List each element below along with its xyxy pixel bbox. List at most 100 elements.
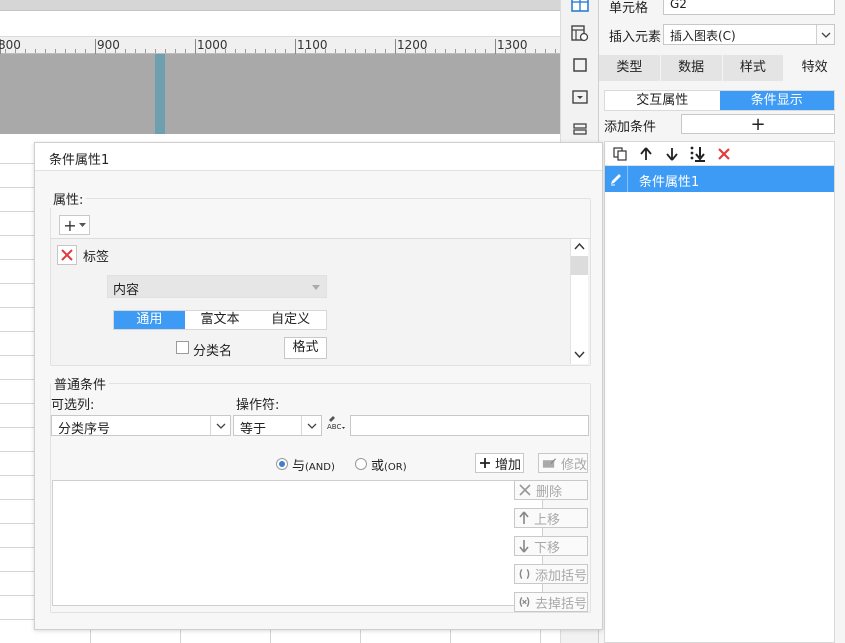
condition-list-item[interactable]: 条件属性1 — [605, 166, 834, 192]
ruler-minor-tick — [355, 49, 356, 53]
ruler-minor-tick — [315, 49, 316, 53]
scroll-down-icon[interactable] — [574, 351, 585, 358]
ruler-minor-tick — [265, 49, 266, 53]
move-up-button[interactable]: 上移 — [514, 508, 588, 528]
ruler-minor-tick — [415, 49, 416, 53]
ruler-major-tick — [95, 39, 96, 54]
move-down-button[interactable]: 下移 — [514, 536, 588, 556]
ruler-minor-tick — [405, 49, 406, 53]
ruler-minor-tick — [115, 49, 116, 53]
and-radio[interactable] — [276, 458, 288, 470]
operator-select[interactable]: 等于 — [233, 415, 322, 437]
add-bracket-button[interactable]: 添加括号 — [514, 564, 588, 584]
add-condition-item-button[interactable]: 增加 — [475, 453, 524, 473]
canvas-column-marker[interactable] — [155, 54, 165, 134]
move-up-icon[interactable] — [637, 145, 655, 163]
tab-effects[interactable]: 特效 — [784, 55, 845, 81]
ruler-minor-tick — [445, 49, 446, 53]
bracket-icon — [519, 569, 530, 579]
ruler-label: 900 — [97, 38, 120, 52]
remove-attribute-button[interactable] — [57, 245, 77, 265]
cell-label: 单元格 — [609, 1, 649, 16]
ruler-minor-tick — [15, 49, 16, 53]
ruler-label: 1200 — [397, 38, 428, 52]
layers-icon[interactable] — [570, 119, 590, 139]
ruler-minor-tick — [365, 49, 366, 53]
insert-element-label: 插入元素 — [609, 30, 662, 45]
tab-rich-text[interactable]: 富文本 — [185, 311, 256, 329]
tab-general[interactable]: 通用 — [114, 311, 185, 329]
scroll-up-icon[interactable] — [574, 243, 585, 250]
chevron-down-icon[interactable] — [816, 25, 834, 44]
cell-address-field[interactable]: G2 — [663, 0, 835, 15]
property-panel: 单元格 G2 插入元素 插入图表(C) 类型 数据 样式 特效 交互属性 条件显… — [598, 0, 845, 643]
column-select[interactable]: 分类序号 — [51, 415, 231, 437]
tab-style[interactable]: 样式 — [722, 55, 785, 81]
close-icon — [519, 484, 531, 496]
copy-icon[interactable] — [611, 145, 629, 163]
ruler-minor-tick — [85, 49, 86, 53]
tab-data[interactable]: 数据 — [660, 55, 723, 81]
ruler-minor-tick — [135, 49, 136, 53]
subtab-interaction[interactable]: 交互属性 — [605, 91, 720, 110]
operator-label: 操作符: — [236, 398, 280, 413]
ruler-minor-tick — [535, 49, 536, 53]
delete-icon[interactable] — [715, 145, 733, 163]
and-label: 与 — [292, 459, 306, 474]
top-strip — [0, 0, 560, 11]
and-code: (AND) — [305, 462, 335, 473]
or-label: 或 — [371, 459, 385, 474]
condition-legend: 普通条件 — [51, 374, 110, 393]
column-select-value: 分类序号 — [58, 422, 111, 437]
move-down-icon[interactable] — [663, 145, 681, 163]
add-condition-button[interactable]: + — [681, 114, 835, 135]
ruler-minor-tick — [45, 49, 46, 53]
sheet-gridline — [90, 630, 91, 643]
subtab-conditional-display[interactable]: 条件显示 — [719, 91, 834, 110]
frame-icon[interactable] — [570, 55, 590, 75]
content-select[interactable]: 内容 — [107, 275, 327, 298]
delete-button[interactable]: 删除 — [514, 480, 588, 500]
condition-list-panel: 条件属性1 — [604, 141, 835, 643]
modify-button[interactable]: 修改 — [538, 453, 588, 473]
category-name-checkbox[interactable] — [176, 341, 189, 354]
tab-custom[interactable]: 自定义 — [255, 311, 326, 329]
ruler-label: 1000 — [197, 38, 228, 52]
data-set-icon[interactable] — [570, 23, 590, 43]
attribute-scrollbar[interactable] — [570, 239, 588, 364]
add-condition-label: 添加条件 — [604, 120, 657, 135]
content-mode-tabs: 通用 富文本 自定义 — [113, 310, 327, 330]
or-radio[interactable] — [355, 458, 367, 470]
ruler-minor-tick — [375, 49, 376, 53]
ruler-minor-tick — [65, 49, 66, 53]
pencil-icon[interactable] — [605, 166, 628, 192]
ruler-minor-tick — [305, 49, 306, 53]
plus-icon — [480, 458, 490, 468]
add-attribute-dropdown[interactable]: + — [59, 215, 90, 235]
ruler-minor-tick — [465, 49, 466, 53]
ruler-minor-tick — [485, 49, 486, 53]
value-type-icon[interactable]: ABC — [325, 413, 347, 433]
condition-attribute-dialog: 条件属性1 属性: + 标签 内容 通用 富文本 自定义 分类名 格式 普通条件… — [34, 142, 603, 630]
svg-text:ABC: ABC — [327, 423, 341, 431]
ruler-minor-tick — [235, 49, 236, 53]
move-bottom-icon[interactable] — [689, 145, 707, 163]
move-up-button-label: 上移 — [534, 512, 561, 528]
chevron-down-icon[interactable] — [210, 416, 230, 435]
dropdown-widget-icon[interactable] — [570, 87, 590, 107]
table-grid-icon[interactable] — [570, 0, 590, 14]
condition-value-input[interactable] — [350, 415, 589, 436]
dialog-title: 条件属性1 — [35, 143, 602, 171]
ruler-minor-tick — [175, 49, 176, 53]
scrollbar-thumb[interactable] — [571, 256, 588, 275]
format-button[interactable]: 格式 — [284, 337, 327, 359]
ruler-label: 800 — [0, 38, 21, 52]
cell-address-value: G2 — [670, 0, 687, 11]
column-label: 可选列: — [51, 398, 95, 413]
ruler-minor-tick — [545, 49, 546, 53]
chevron-down-icon[interactable] — [301, 416, 321, 435]
tab-type[interactable]: 类型 — [599, 55, 661, 81]
remove-bracket-button[interactable]: 去掉括号 — [514, 592, 588, 612]
condition-items-list[interactable] — [52, 480, 543, 606]
insert-element-select[interactable]: 插入图表(C) — [663, 24, 835, 45]
